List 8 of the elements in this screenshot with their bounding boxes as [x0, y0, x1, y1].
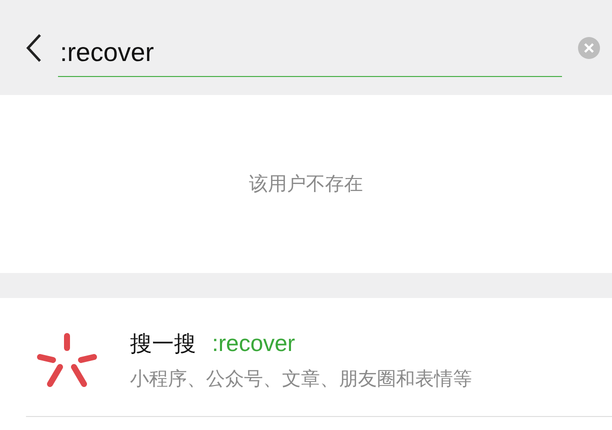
search-field[interactable]: :recover: [58, 32, 562, 76]
result-title[interactable]: 搜一搜: [130, 328, 196, 361]
not-found-message: 该用户不存在: [249, 172, 363, 197]
search-logo-icon: [36, 332, 98, 387]
back-icon[interactable]: [26, 32, 42, 62]
search-bar[interactable]: :recover: [0, 0, 612, 95]
result-subtitle: 小程序、公众号、文章、朋友圈和表情等: [130, 367, 472, 392]
search-keyword: :recover: [212, 329, 296, 358]
